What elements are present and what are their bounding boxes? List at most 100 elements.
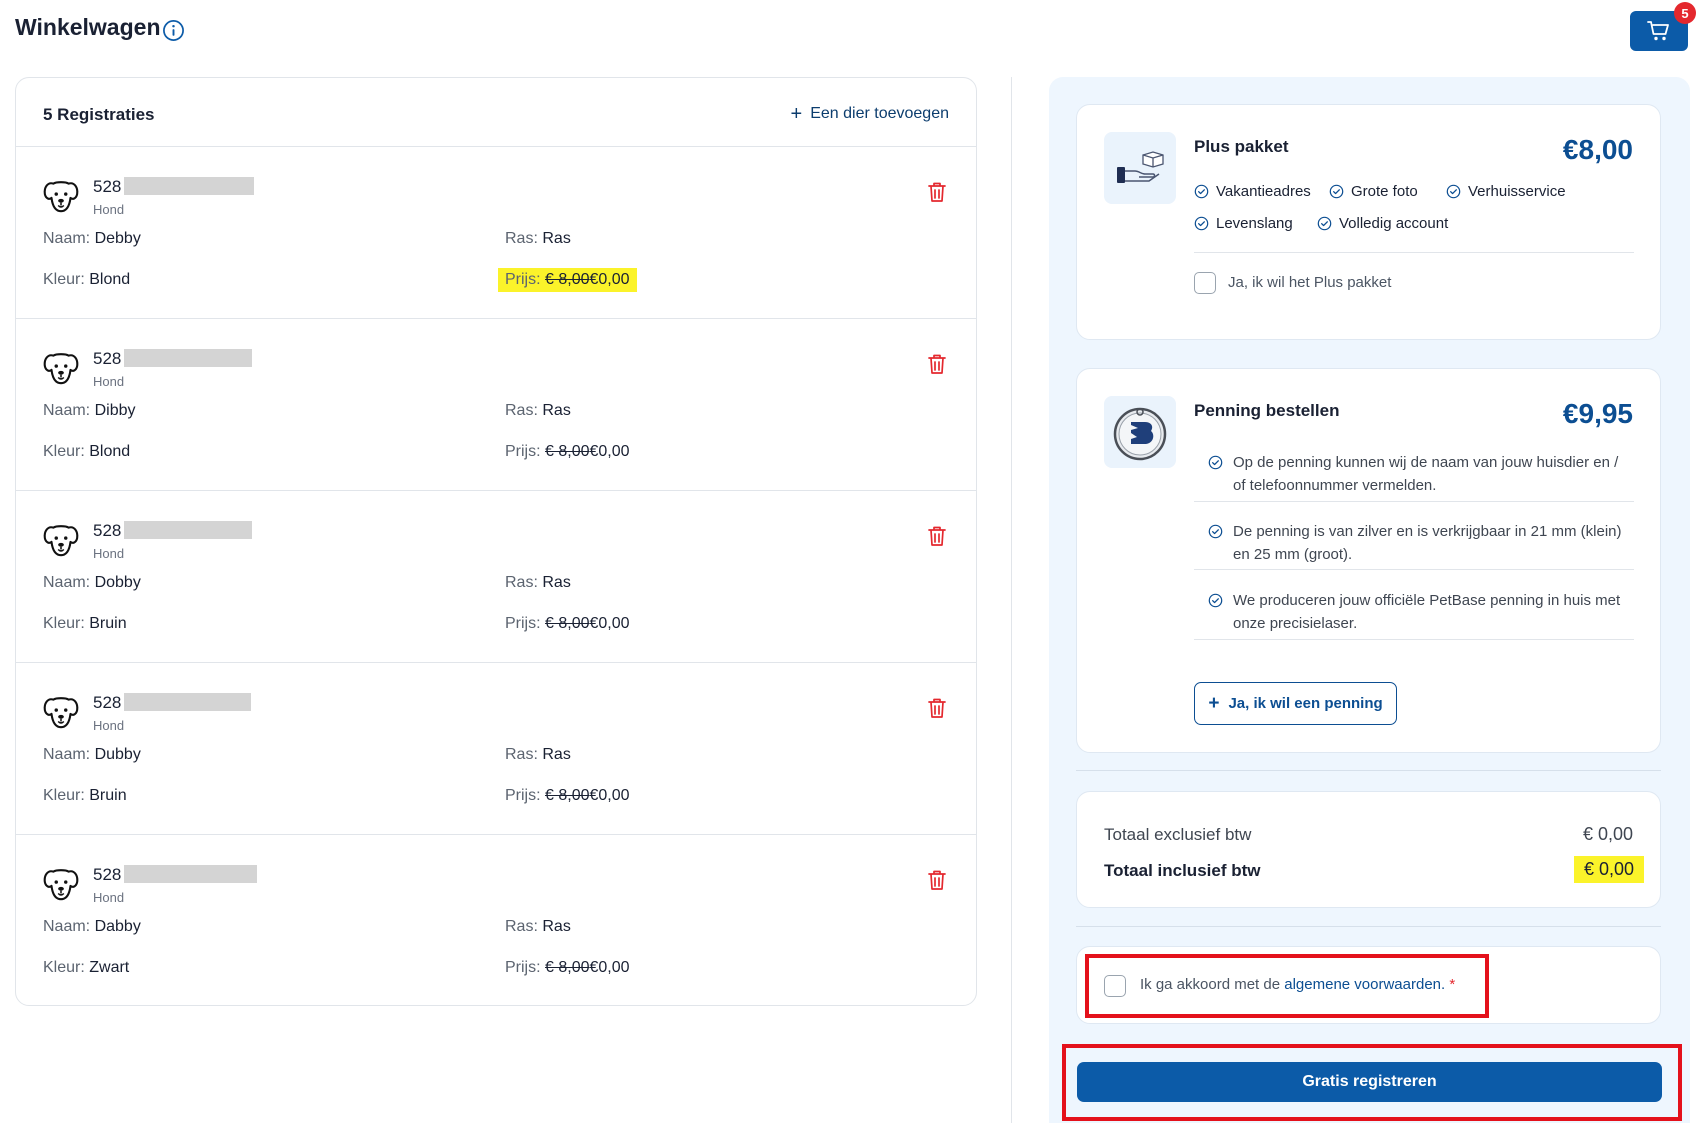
species: Hond: [93, 718, 125, 733]
breed-value: Ras: [542, 918, 571, 935]
penning-feature: De penning is van zilver en is verkrijgb…: [1208, 520, 1628, 566]
divider: [1076, 770, 1661, 771]
color-value: Bruin: [89, 615, 127, 632]
name-value: Dubby: [94, 746, 141, 763]
color-field: Kleur: Bruin: [43, 787, 127, 804]
penning-feature: Op de penning kunnen wij de naam van jou…: [1208, 451, 1628, 497]
chip-number: 528: [93, 521, 122, 540]
breed-field: Ras: Ras: [505, 230, 571, 247]
price-value: €0,00: [589, 271, 630, 288]
registration-row: 528 Hond Naam: Dobby Kleur: Bruin Ras: R…: [16, 491, 976, 663]
registrations-card: 5 Registraties + Een dier toevoegen 528 …: [15, 77, 977, 1006]
name-field: Naam: Dibby: [43, 402, 136, 419]
price-field: Prijs: € 8,00€0,00: [505, 615, 630, 632]
name-field: Naam: Dobby: [43, 574, 141, 591]
check-circle-icon: [1208, 455, 1223, 470]
breed-value: Ras: [542, 230, 571, 247]
species: Hond: [93, 890, 125, 905]
plus-package-checkbox[interactable]: [1194, 272, 1216, 294]
old-price: € 8,00: [545, 443, 590, 460]
chip-number-redacted: [124, 521, 252, 539]
page-title: Winkelwagen: [15, 14, 161, 40]
divider: [1076, 926, 1661, 927]
species: Hond: [93, 546, 125, 561]
total-excl-value: € 0,00: [1582, 824, 1633, 844]
chip-number-redacted: [124, 349, 252, 367]
total-incl-value: € 0,00: [1573, 856, 1644, 883]
cart-count-badge: 5: [1674, 2, 1696, 24]
plus-feature: Levenslang: [1194, 215, 1293, 232]
add-penning-button[interactable]: + Ja, ik wil een penning: [1194, 682, 1397, 725]
registration-row: 528 Hond Naam: Debby Kleur: Blond Ras: R…: [16, 147, 976, 319]
dog-icon: [43, 181, 79, 213]
old-price: € 8,00: [545, 959, 590, 976]
check-circle-icon: [1329, 184, 1344, 199]
dog-icon: [43, 353, 79, 385]
chip-number: 528: [93, 349, 122, 368]
price-value: €0,00: [589, 443, 630, 460]
penning-card: Penning bestellen €9,95 Op de penning ku…: [1076, 368, 1661, 753]
price-field: Prijs: € 8,00€0,00: [505, 959, 630, 976]
chip-number-redacted: [124, 177, 254, 195]
dog-icon: [43, 525, 79, 557]
total-excl-label: Totaal exclusief btw: [1104, 825, 1252, 844]
add-animal-label: Een dier toevoegen: [810, 105, 949, 122]
price-value: €0,00: [589, 615, 630, 632]
divider: [1194, 501, 1634, 502]
trash-icon[interactable]: [927, 181, 947, 203]
trash-icon[interactable]: [927, 525, 947, 547]
price-field: Prijs: € 8,00€0,00: [498, 268, 637, 292]
plus-icon: +: [790, 103, 803, 125]
registration-row: 528 Hond Naam: Dubby Kleur: Bruin Ras: R…: [16, 663, 976, 835]
chip-number-redacted: [124, 865, 257, 883]
divider: [1194, 252, 1634, 253]
name-field: Naam: Dubby: [43, 746, 141, 763]
penning-feature: We produceren jouw officiële PetBase pen…: [1208, 589, 1628, 635]
price-field: Prijs: € 8,00€0,00: [505, 787, 630, 804]
price-field: Prijs: € 8,00€0,00: [505, 443, 630, 460]
old-price: € 8,00: [545, 615, 590, 632]
dog-icon: [43, 697, 79, 729]
chip-number-redacted: [124, 693, 251, 711]
add-animal-link[interactable]: + Een dier toevoegen: [790, 103, 949, 125]
registrations-header: 5 Registraties + Een dier toevoegen: [16, 78, 976, 147]
plus-package-image: [1104, 132, 1176, 204]
check-circle-icon: [1194, 216, 1209, 231]
petbase-tag-icon: [1113, 407, 1167, 461]
trash-icon[interactable]: [927, 353, 947, 375]
penning-title: Penning bestellen: [1194, 401, 1340, 420]
color-field: Kleur: Blond: [43, 271, 131, 288]
plus-package-title: Plus pakket: [1194, 137, 1289, 156]
info-circle-icon[interactable]: [162, 19, 185, 42]
free-register-button[interactable]: Gratis registreren: [1077, 1062, 1662, 1102]
registration-row: 528 Hond Naam: Dibby Kleur: Blond Ras: R…: [16, 319, 976, 491]
old-price: € 8,00: [545, 787, 590, 804]
total-incl-label: Totaal inclusief btw: [1104, 861, 1261, 880]
shopping-cart-icon: [1647, 21, 1669, 41]
old-price: € 8,00: [545, 271, 590, 288]
name-field: Naam: Debby: [43, 230, 141, 247]
chip-number: 528: [93, 865, 122, 884]
plus-package-price: €8,00: [1562, 134, 1633, 165]
check-circle-icon: [1317, 216, 1332, 231]
divider: [1194, 639, 1634, 640]
check-circle-icon: [1194, 184, 1209, 199]
color-field: Kleur: Zwart: [43, 959, 130, 976]
plus-package-checkbox-label[interactable]: Ja, ik wil het Plus pakket: [1228, 274, 1391, 291]
chip-number: 528: [93, 693, 122, 712]
annotation-box-terms: [1085, 954, 1489, 1018]
name-value: Dabby: [94, 918, 141, 935]
plus-icon: +: [1208, 693, 1220, 714]
trash-icon[interactable]: [927, 869, 947, 891]
check-circle-icon: [1208, 524, 1223, 539]
check-circle-icon: [1208, 593, 1223, 608]
registration-row: 528 Hond Naam: Dabby Kleur: Zwart Ras: R…: [16, 835, 976, 1007]
plus-feature: Grote foto: [1329, 183, 1418, 200]
breed-field: Ras: Ras: [505, 402, 571, 419]
breed-value: Ras: [542, 574, 571, 591]
breed-field: Ras: Ras: [505, 574, 571, 591]
registrations-count: 5 Registraties: [43, 105, 155, 124]
trash-icon[interactable]: [927, 697, 947, 719]
name-value: Dobby: [94, 574, 141, 591]
species: Hond: [93, 374, 125, 389]
